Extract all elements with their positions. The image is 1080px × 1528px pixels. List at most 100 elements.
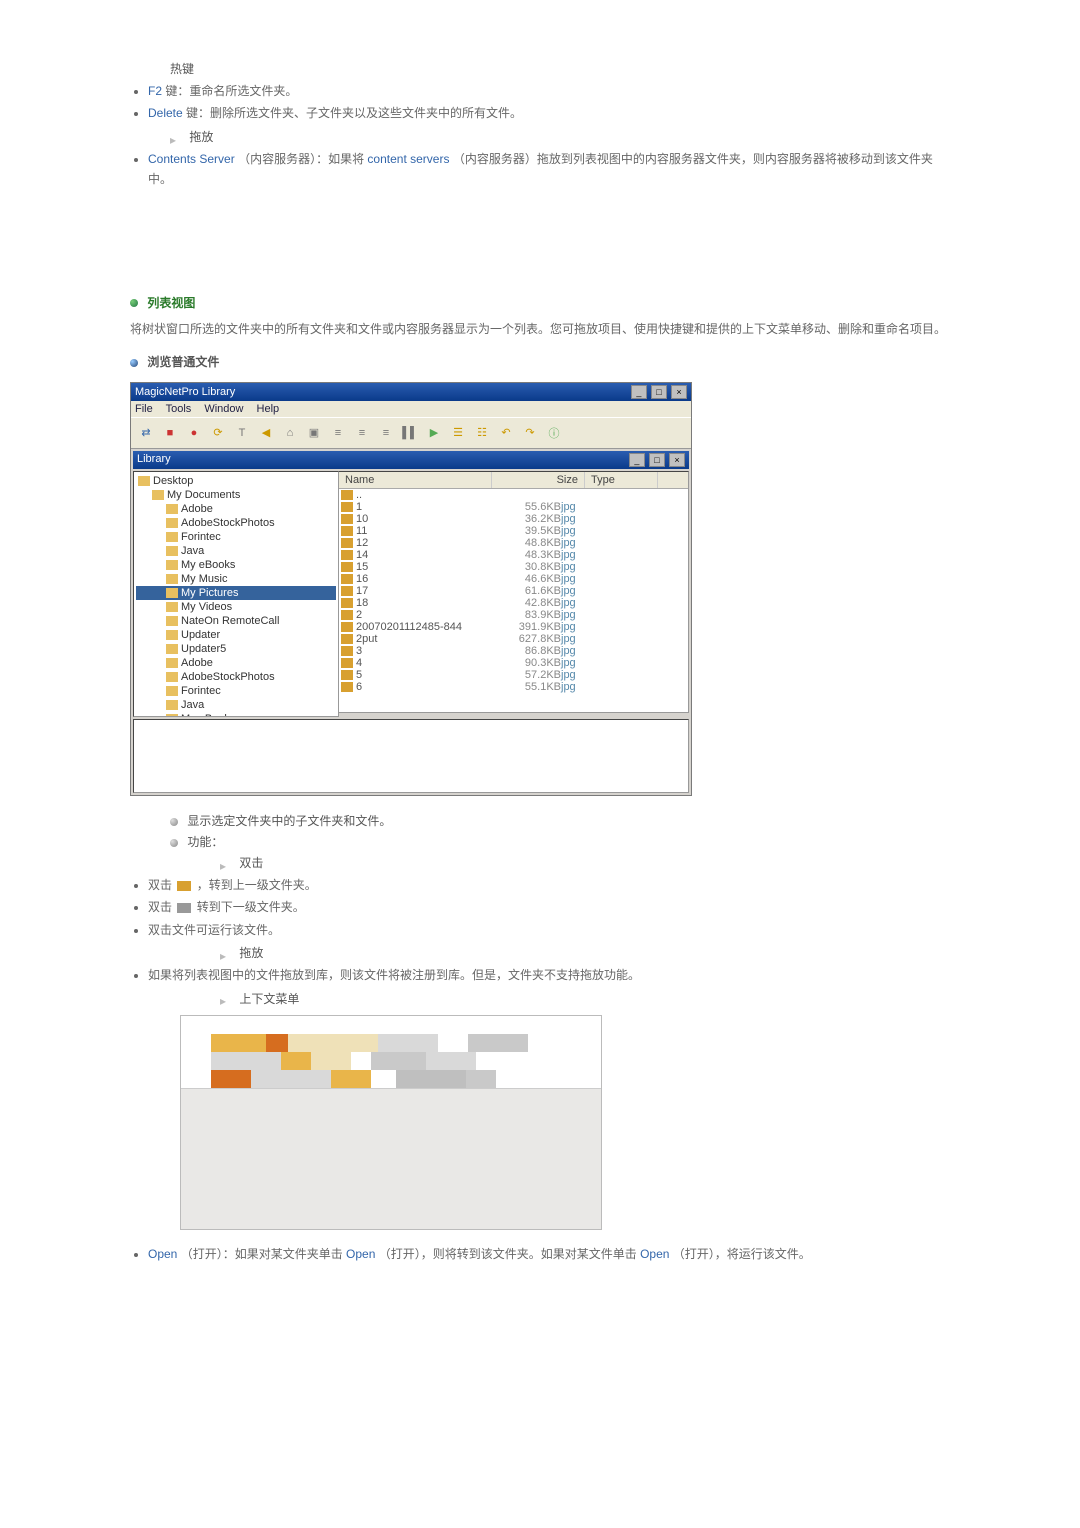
connect-button[interactable]: ⇄ [135,422,157,444]
folder-icon [166,714,178,717]
tree-button[interactable]: ☰ [447,422,469,444]
menu-item[interactable]: File [135,403,153,415]
menu-item[interactable]: Window [204,403,243,415]
col-name[interactable]: Name [339,472,492,488]
list-item: 如果将列表视图中的文件拖放到库，则该文件将被注册到库。但是，文件夹不支持拖放功能… [148,965,950,985]
home-button[interactable]: ⌂ [279,422,301,444]
term: Open [640,1247,669,1261]
list-header: Name Size Type [339,472,688,489]
table-row[interactable]: 386.8KBjpg [339,645,688,657]
left-align-button[interactable]: ≡ [327,422,349,444]
tree-item[interactable]: Updater [136,628,336,642]
tree-item[interactable]: My Pictures [136,586,336,600]
right-align-button[interactable]: ≡ [375,422,397,444]
mdi-close-button[interactable]: × [669,453,685,467]
file-icon [341,586,353,596]
col-size[interactable]: Size [492,472,585,488]
tree-pane[interactable]: DesktopMy DocumentsAdobeAdobeStockPhotos… [133,471,339,717]
tree-item[interactable]: AdobeStockPhotos [136,516,336,530]
blue-bullet-icon [130,359,138,367]
disconnect-button[interactable]: ■ [159,422,181,444]
key-name: Delete [148,106,183,120]
table-row[interactable]: 2put627.8KBjpg [339,633,688,645]
maximize-button[interactable]: □ [651,385,667,399]
folder-icon [166,504,178,514]
col-type[interactable]: Type [585,472,658,488]
redo-button[interactable]: ↷ [519,422,541,444]
tree-item[interactable]: Adobe [136,502,336,516]
refresh-button[interactable]: ⟳ [207,422,229,444]
app-window: MagicNetPro Library _ □ × File Tools Win… [130,382,692,796]
mdi-titlebar: Library _ □ × [133,451,689,469]
pause-button[interactable]: ▌▌ [399,422,421,444]
tree-item[interactable]: Updater5 [136,642,336,656]
tree-item[interactable]: Adobe [136,656,336,670]
table-row[interactable]: 1646.6KBjpg [339,573,688,585]
tree-item[interactable]: Forintec [136,530,336,544]
text: （内容服务器）：如果将 [238,152,364,166]
text: （打开）：如果对某文件夹单击 [181,1247,346,1261]
table-row[interactable]: 1530.8KBjpg [339,561,688,573]
tree-item[interactable]: AdobeStockPhotos [136,670,336,684]
folder-icon [166,700,178,710]
drag-item: Contents Server （内容服务器）：如果将 content serv… [148,149,950,190]
table-row[interactable]: 1761.6KBjpg [339,585,688,597]
file-icon [341,502,353,512]
browse-heading-row: 浏览普通文件 [130,353,950,370]
menu-item[interactable]: Tools [166,403,192,415]
back-button[interactable]: ◀ [255,422,277,444]
undo-button[interactable]: ↶ [495,422,517,444]
tree-item[interactable]: My eBooks [136,712,336,717]
tree-item[interactable]: Java [136,698,336,712]
mdi-minimize-button[interactable]: _ [629,453,645,467]
tree-item[interactable]: My Videos [136,600,336,614]
table-row[interactable]: 20070201112485-844391.9KBjpg [339,621,688,633]
table-row[interactable]: 1448.3KBjpg [339,549,688,561]
table-row[interactable]: 490.3KBjpg [339,657,688,669]
open-list: Open （打开）：如果对某文件夹单击 Open （打开），则将转到该文件夹。如… [130,1244,950,1264]
up-folder-icon [177,881,191,891]
forward-button[interactable]: ▶ [423,422,445,444]
list-body: ..155.6KBjpg1036.2KBjpg1139.5KBjpg1248.8… [339,489,688,707]
tree-item[interactable]: Forintec [136,684,336,698]
file-icon [341,634,353,644]
tree-item[interactable]: Java [136,544,336,558]
center-button[interactable]: ≡ [351,422,373,444]
menu-item[interactable]: Help [257,403,280,415]
file-icon [341,574,353,584]
section-desc: 将树状窗口所选的文件夹中的所有文件夹和文件或内容服务器显示为一个列表。您可拖放项… [130,319,950,339]
term: Open [148,1247,177,1261]
table-row[interactable]: 283.9KBjpg [339,609,688,621]
table-row[interactable]: .. [339,489,688,501]
mdi-maximize-button[interactable]: □ [649,453,665,467]
table-row[interactable]: 557.2KBjpg [339,669,688,681]
arrow-icon: ▸ [170,133,180,143]
drag-list2: 如果将列表视图中的文件拖放到库，则该文件将被注册到库。但是，文件夹不支持拖放功能… [130,965,950,985]
tree-item[interactable]: NateOn RemoteCall [136,614,336,628]
section-list-view: 列表视图 [130,294,950,311]
table-row[interactable]: 155.6KBjpg [339,501,688,513]
minimize-button[interactable]: _ [631,385,647,399]
tree2-button[interactable]: ☷ [471,422,493,444]
table-row[interactable]: 655.1KBjpg [339,681,688,693]
text-button[interactable]: T [231,422,253,444]
table-row[interactable]: 1036.2KBjpg [339,513,688,525]
tree-item[interactable]: Desktop [136,474,336,488]
file-icon [341,598,353,608]
paste-button[interactable]: ▣ [303,422,325,444]
table-row[interactable]: 1842.8KBjpg [339,597,688,609]
key-desc: 键：重命名所选文件夹。 [165,84,297,98]
list-item: 双击 ，转到上一级文件夹。 [148,875,950,895]
folder-icon [166,602,178,612]
folder-icon [138,476,150,486]
list-pane[interactable]: Name Size Type ..155.6KBjpg1036.2KBjpg11… [339,471,689,713]
close-button[interactable]: × [671,385,687,399]
tree-item[interactable]: My Documents [136,488,336,502]
help-button[interactable]: ⓘ [543,422,565,444]
drag-list: Contents Server （内容服务器）：如果将 content serv… [130,149,950,190]
tree-item[interactable]: My eBooks [136,558,336,572]
tree-item[interactable]: My Music [136,572,336,586]
stop-button[interactable]: ● [183,422,205,444]
table-row[interactable]: 1248.8KBjpg [339,537,688,549]
table-row[interactable]: 1139.5KBjpg [339,525,688,537]
